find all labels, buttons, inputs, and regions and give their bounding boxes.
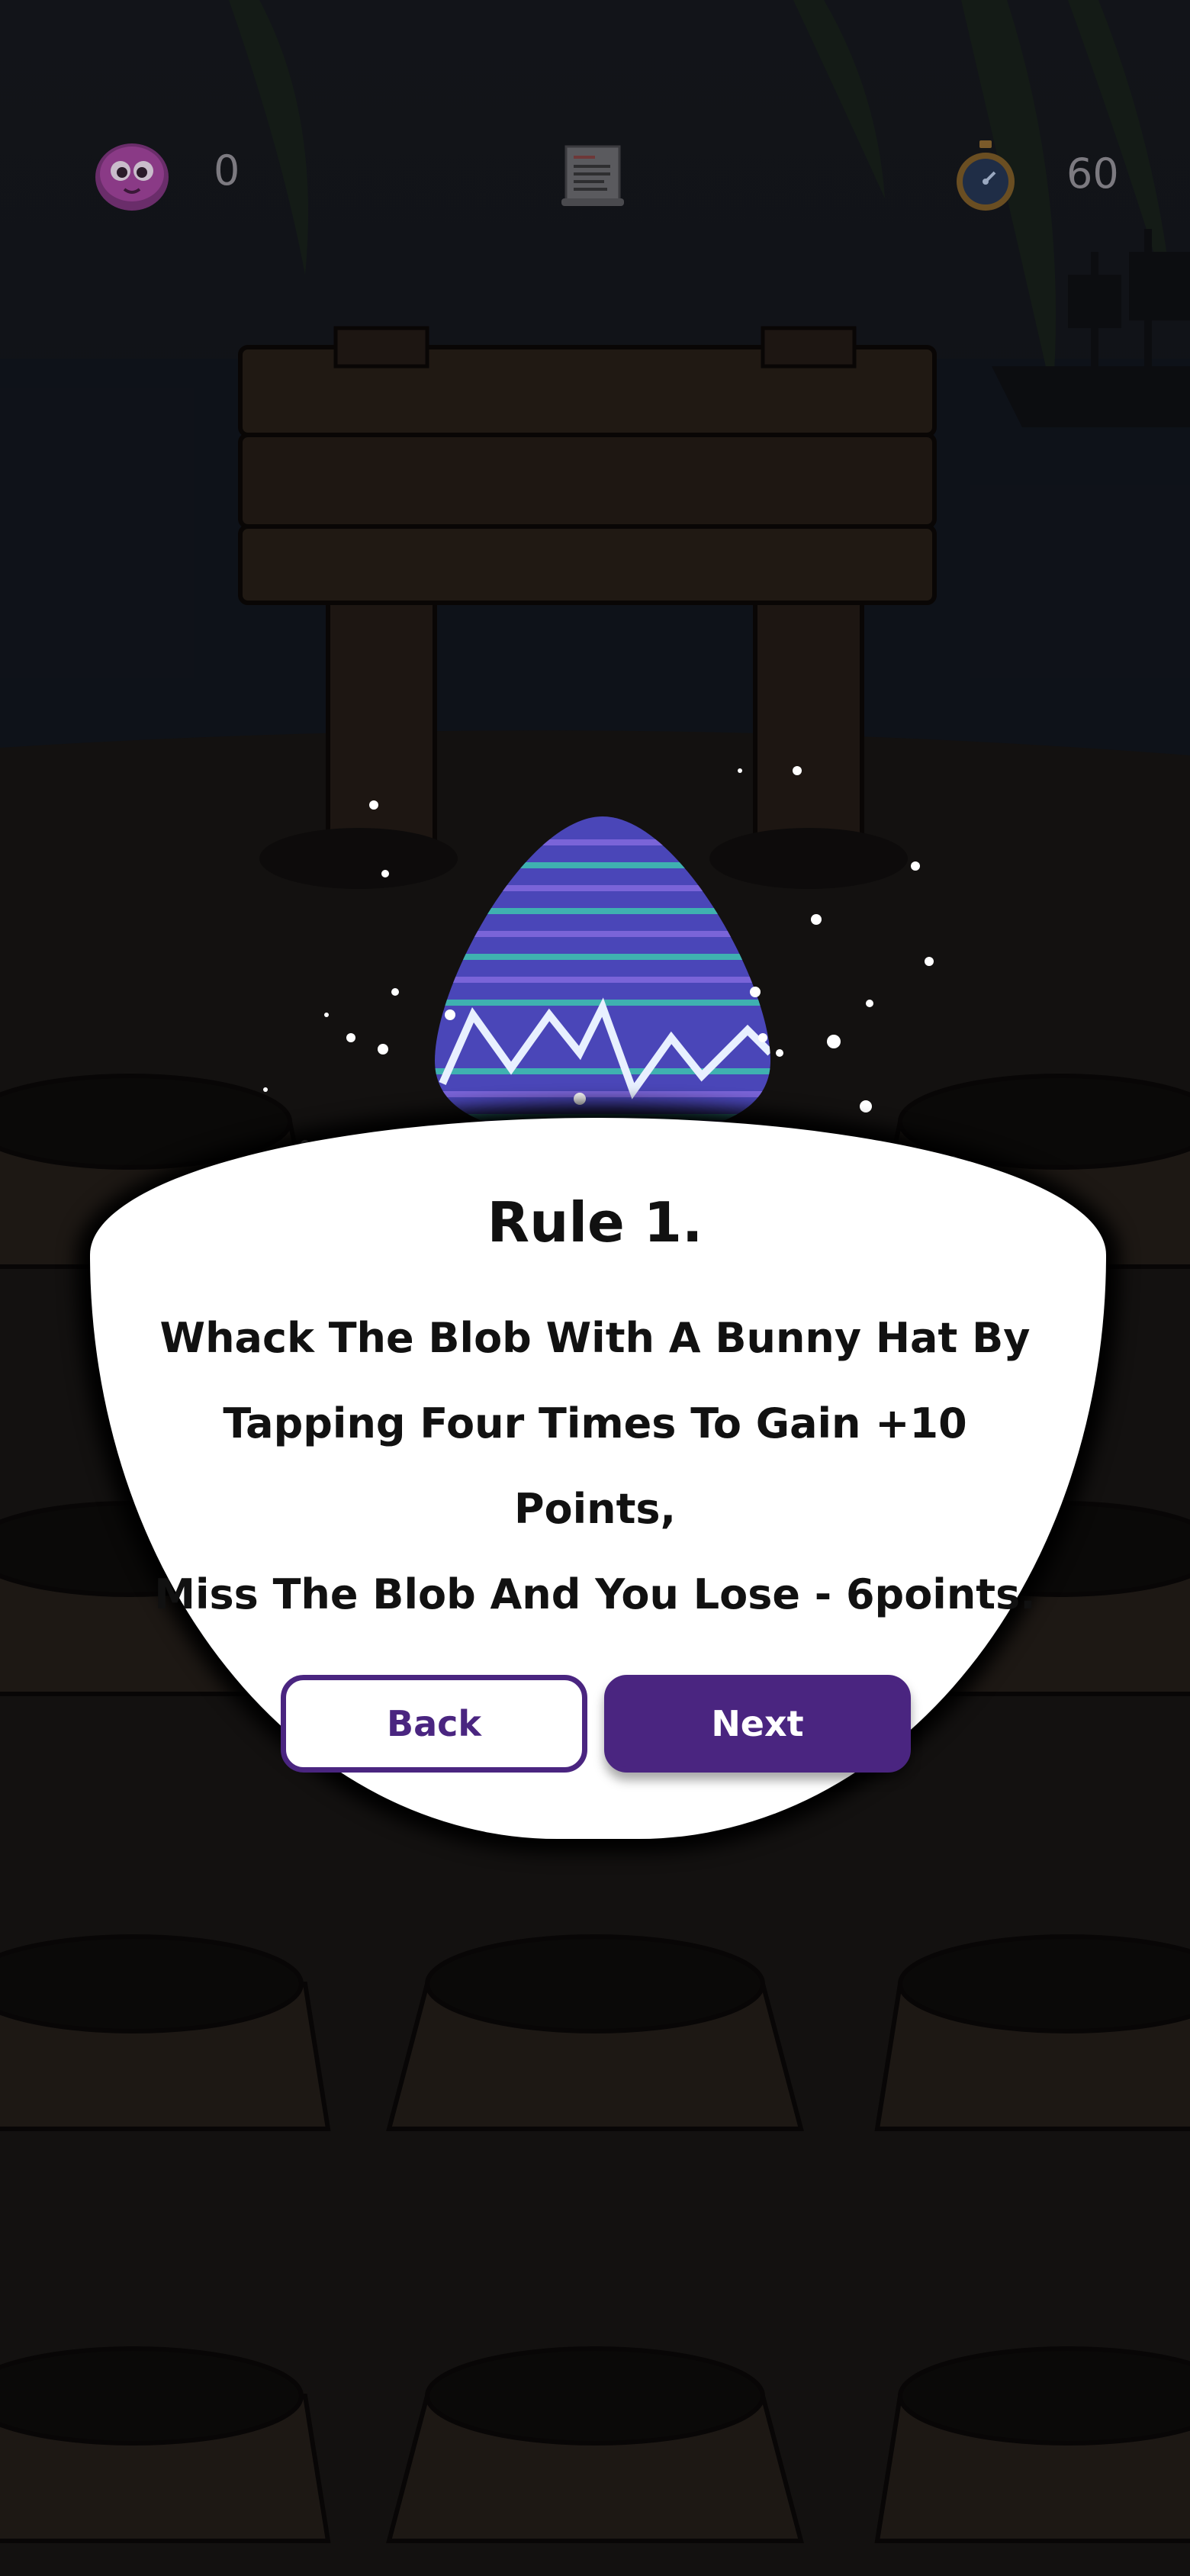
rule-description: Whack The Blob With A Bunny Hat By Tappi… [154, 1314, 1036, 1618]
game-screen: 0 60 Rule 1. Whack The Blob With A Bunny… [0, 0, 1190, 2576]
sparkles [263, 766, 957, 1164]
rules-scroll-icon[interactable] [560, 142, 626, 209]
next-button[interactable]: Next [604, 1675, 911, 1773]
back-button[interactable]: Back [281, 1675, 587, 1773]
timer-value: 60 [1066, 150, 1119, 198]
blob-face-icon [95, 143, 169, 211]
rule-title: Rule 1. [487, 1190, 703, 1254]
stopwatch-icon [957, 140, 1015, 211]
score-value: 0 [214, 147, 240, 195]
